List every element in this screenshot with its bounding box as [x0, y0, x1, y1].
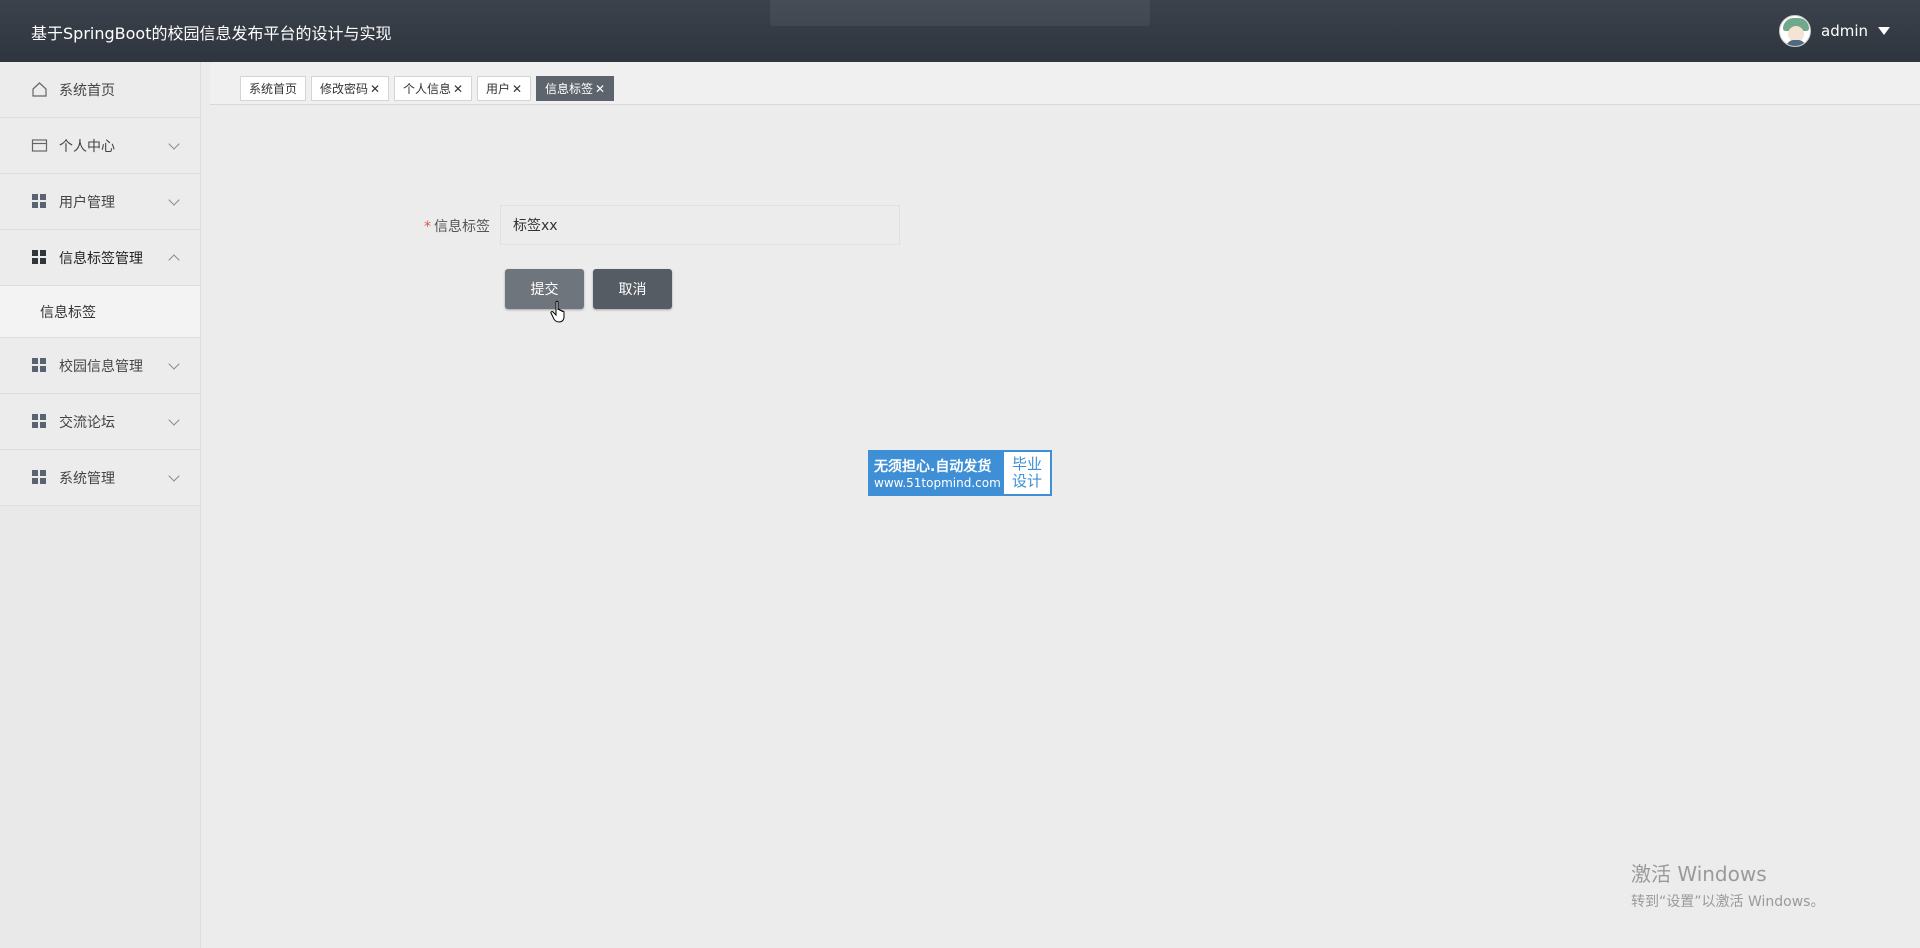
chevron-down-icon [168, 138, 180, 150]
grid-icon [31, 413, 48, 430]
tab-home[interactable]: 系统首页 [240, 76, 307, 101]
username[interactable]: admin [1821, 22, 1868, 40]
tab-change-password[interactable]: 修改密码 ✕ [311, 76, 390, 101]
sidebar-item-label: 用户管理 [59, 194, 115, 211]
hand-cursor-icon [550, 300, 565, 323]
windows-activation-notice: 激活 Windows 转到“设置”以激活 Windows。 [1631, 858, 1824, 911]
sidebar-item-personal[interactable]: 个人中心 [0, 118, 200, 174]
app-title: 基于SpringBoot的校园信息发布平台的设计与实现 [31, 24, 392, 43]
tab-user[interactable]: 用户 ✕ [477, 76, 532, 101]
grid-icon [31, 193, 48, 210]
watermark-line1: 无须担心.自动发货 [874, 459, 992, 475]
chevron-down-icon [168, 194, 180, 206]
watermark-line2: www.51topmind.com [874, 476, 1001, 490]
card-icon [31, 137, 48, 154]
close-icon[interactable]: ✕ [512, 82, 522, 96]
grid-icon [31, 469, 48, 486]
sidebar: 系统首页 个人中心 用户管理 信息标签管理 信息标签 校园信息管理 交流论坛 系… [0, 62, 201, 948]
tab-label: 修改密码 [320, 82, 369, 96]
sidebar-item-home[interactable]: 系统首页 [0, 62, 200, 118]
cancel-button[interactable]: 取消 [593, 269, 672, 309]
chevron-down-icon [168, 470, 180, 482]
sidebar-item-label: 系统首页 [59, 82, 115, 99]
tab-label: 信息标签 [545, 82, 594, 96]
chevron-down-icon [168, 414, 180, 426]
tab-bar: 系统首页 修改密码 ✕ 个人信息 ✕ 用户 ✕ 信息标签 ✕ [210, 62, 1920, 105]
user-menu[interactable]: admin [1779, 15, 1890, 47]
sidebar-item-tag-management[interactable]: 信息标签管理 [0, 230, 200, 286]
watermark-right2: 设计 [1011, 472, 1042, 490]
watermark-right1: 毕业 [1011, 455, 1042, 473]
home-icon [31, 81, 48, 98]
label-text: 信息标签 [434, 219, 490, 235]
avatar[interactable] [1779, 15, 1811, 47]
watermark-badge: 无须担心.自动发货 www.51topmind.com 毕业 设计 [868, 450, 1052, 496]
activate-subtitle: 转到“设置”以激活 Windows。 [1631, 894, 1825, 910]
sidebar-item-label: 校园信息管理 [59, 358, 143, 375]
tab-info-tag[interactable]: 信息标签 ✕ [536, 76, 615, 101]
close-icon[interactable]: ✕ [370, 82, 380, 96]
grid-icon [31, 357, 48, 374]
sidebar-item-label: 信息标签管理 [59, 250, 143, 267]
faded-overlay [770, 0, 1150, 26]
grid-icon [31, 249, 48, 266]
submit-button[interactable]: 提交 [505, 269, 584, 309]
sidebar-item-campus-info[interactable]: 校园信息管理 [0, 338, 200, 394]
sidebar-item-system[interactable]: 系统管理 [0, 450, 200, 506]
required-mark: * [424, 219, 431, 235]
sidebar-item-label: 系统管理 [59, 470, 115, 487]
sidebar-item-users[interactable]: 用户管理 [0, 174, 200, 230]
tag-input[interactable] [500, 205, 900, 245]
sidebar-item-label: 交流论坛 [59, 414, 115, 431]
sidebar-item-forum[interactable]: 交流论坛 [0, 394, 200, 450]
close-icon[interactable]: ✕ [453, 82, 463, 96]
activate-title: 激活 Windows [1631, 862, 1767, 886]
close-icon[interactable]: ✕ [595, 82, 605, 96]
tab-label: 用户 [486, 82, 511, 96]
tab-personal-info[interactable]: 个人信息 ✕ [394, 76, 473, 101]
tab-label: 系统首页 [249, 82, 298, 96]
chevron-down-icon [168, 358, 180, 370]
chevron-up-icon [168, 254, 180, 266]
tab-label: 个人信息 [403, 82, 452, 96]
sidebar-subitem-tag[interactable]: 信息标签 [0, 286, 200, 338]
tag-field-label: * 信息标签 [410, 216, 490, 236]
sidebar-item-label: 个人中心 [59, 138, 115, 155]
caret-down-icon[interactable] [1878, 27, 1890, 35]
